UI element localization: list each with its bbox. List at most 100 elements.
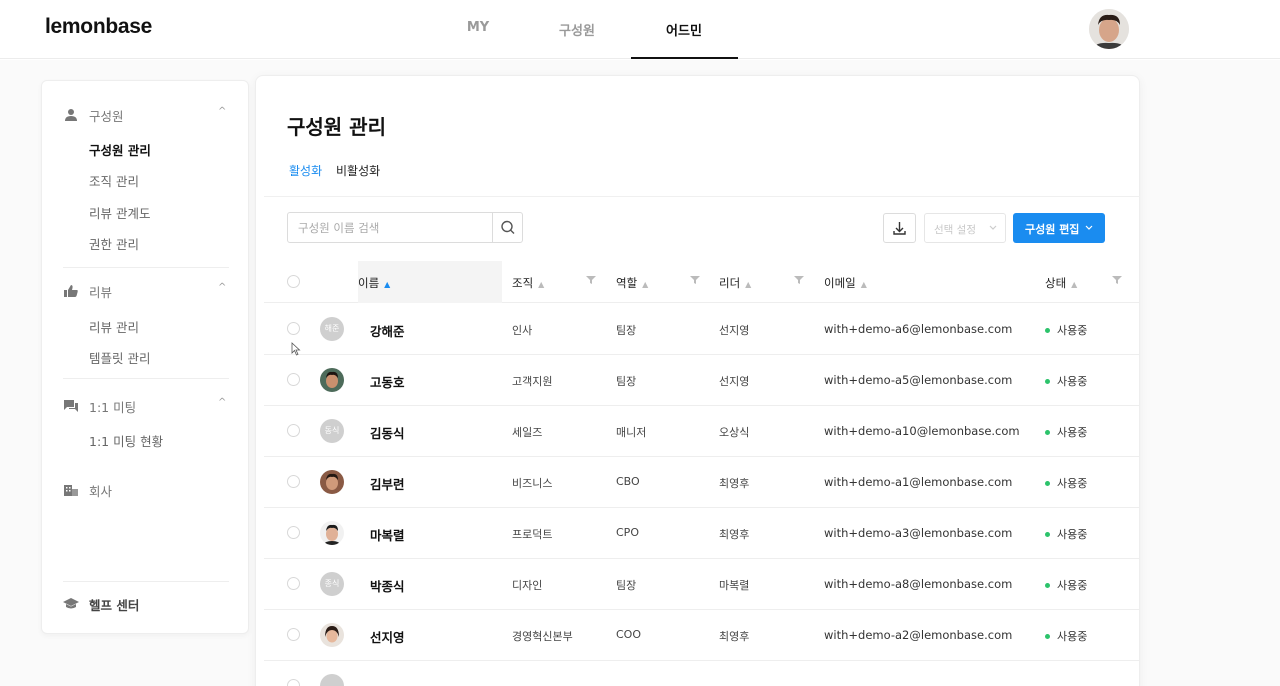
member-name[interactable]: 고동호	[370, 372, 405, 391]
member-name[interactable]: 김부련	[370, 474, 405, 493]
selection-settings-label: 선택 설정	[934, 224, 976, 236]
sidebar-item-review-management[interactable]: 리뷰 관리	[89, 317, 139, 336]
chevron-down-icon	[989, 225, 997, 230]
status-dot	[1045, 531, 1050, 537]
sort-icon: ▲	[642, 280, 649, 289]
sidebar-item-member-management[interactable]: 구성원 관리	[89, 140, 151, 159]
member-org: 경영혁신본부	[512, 630, 573, 643]
page-title: 구성원 관리	[287, 115, 386, 139]
sidebar-item-template-management[interactable]: 템플릿 관리	[89, 348, 150, 367]
search-button[interactable]	[492, 213, 522, 242]
sort-icon: ▲	[538, 280, 545, 289]
table-header: 이름 ▲ 조직 ▲ 역할 ▲ 리더 ▲ 이메일 ▲ 상태 ▲	[264, 261, 1140, 303]
row-checkbox[interactable]	[287, 424, 300, 437]
member-email: with+demo-a1@lemonbase.com	[824, 475, 1013, 489]
member-email: with+demo-a5@lemonbase.com	[824, 373, 1013, 387]
filter-icon[interactable]	[794, 275, 804, 285]
member-name[interactable]: 선지영	[370, 627, 405, 646]
sidebar-group-company[interactable]: 회사	[42, 480, 248, 500]
help-center-link[interactable]: 헬프 센터	[42, 594, 248, 614]
nav-tab-my[interactable]: MY	[462, 20, 494, 35]
column-header-org[interactable]: 조직 ▲	[512, 275, 544, 291]
filter-icon[interactable]	[690, 275, 700, 285]
filter-icon[interactable]	[586, 275, 596, 285]
sidebar-divider	[63, 267, 229, 268]
avatar	[320, 674, 344, 686]
sort-icon: ▲	[1071, 280, 1078, 289]
filter-icon[interactable]	[1112, 275, 1122, 285]
logo[interactable]: lemonbase	[45, 15, 152, 39]
edit-members-button[interactable]: 구성원 편집	[1013, 213, 1105, 243]
member-email: with+demo-a3@lemonbase.com	[824, 526, 1013, 540]
row-checkbox[interactable]	[287, 526, 300, 539]
sidebar-item-permissions[interactable]: 권한 관리	[89, 234, 139, 253]
row-checkbox[interactable]	[287, 475, 300, 488]
member-org: 프로덕트	[512, 528, 553, 541]
member-leader: 오상식	[719, 426, 750, 439]
chat-icon	[64, 400, 78, 412]
table-row[interactable]: 고동호 고객지원 팀장 선지영 with+demo-a5@lemonbase.c…	[264, 355, 1140, 406]
column-header-email[interactable]: 이메일 ▲	[824, 275, 867, 291]
row-checkbox[interactable]	[287, 577, 300, 590]
user-avatar-photo	[1089, 9, 1129, 49]
row-checkbox[interactable]	[287, 628, 300, 641]
avatar	[320, 470, 344, 494]
avatar-photo	[320, 623, 344, 647]
member-org: 비즈니스	[512, 477, 553, 490]
sidebar-group-one-on-one[interactable]: 1:1 미팅 ^	[42, 396, 248, 416]
sidebar-group-label: 리뷰	[89, 285, 113, 300]
sort-icon: ▲	[384, 280, 391, 289]
column-header-leader[interactable]: 리더 ▲	[719, 275, 751, 291]
tab-active[interactable]: 활성화	[289, 162, 322, 179]
column-header-role[interactable]: 역할 ▲	[616, 275, 648, 291]
row-checkbox[interactable]	[287, 373, 300, 386]
sidebar-item-meeting-status[interactable]: 1:1 미팅 현황	[89, 431, 163, 450]
search-input[interactable]	[288, 213, 492, 242]
sidebar-group-members[interactable]: 구성원 ^	[42, 105, 248, 125]
table-row[interactable]: 김부련 비즈니스 CBO 최영후 with+demo-a1@lemonbase.…	[264, 457, 1140, 508]
help-center-label: 헬프 센터	[89, 598, 140, 613]
member-name[interactable]: 김동식	[370, 423, 405, 442]
status-dot	[1045, 633, 1050, 639]
avatar	[320, 521, 344, 545]
select-all-checkbox[interactable]	[287, 275, 300, 288]
sidebar-group-review[interactable]: 리뷰 ^	[42, 281, 248, 301]
member-name[interactable]: 강해준	[370, 321, 405, 340]
avatar: 동식	[320, 419, 344, 443]
member-email: with+demo-a10@lemonbase.com	[824, 424, 1020, 438]
member-org: 인사	[512, 324, 533, 337]
row-checkbox[interactable]	[287, 679, 300, 686]
table-row[interactable]: 해준 강해준 인사 팀장 선지영 with+demo-a6@lemonbase.…	[264, 304, 1140, 355]
download-button[interactable]	[883, 213, 916, 243]
column-header-status[interactable]: 상태 ▲	[1045, 275, 1077, 291]
member-name[interactable]: 마복렬	[370, 525, 405, 544]
avatar-photo	[320, 470, 344, 494]
sidebar-item-org-management[interactable]: 조직 관리	[89, 171, 139, 190]
avatar: 종식	[320, 572, 344, 596]
column-header-name[interactable]: 이름 ▲	[358, 275, 390, 291]
member-role: 팀장	[616, 324, 637, 337]
sidebar-item-review-relations[interactable]: 리뷰 관계도	[89, 203, 150, 222]
sidebar-group-label: 1:1 미팅	[89, 400, 137, 415]
table-row[interactable]: 종식 박종식 디자인 팀장 마복렬 with+demo-a8@lemonbase…	[264, 559, 1140, 610]
nav-tab-admin[interactable]: 어드민	[663, 20, 705, 39]
main-panel: 구성원 관리 활성화 비활성화 선택 설정 구성원 편집	[255, 75, 1140, 686]
edit-members-label: 구성원 편집	[1025, 223, 1080, 236]
selection-settings-dropdown[interactable]: 선택 설정	[924, 213, 1006, 243]
table-row[interactable]: 동식 김동식 세일즈 매니저 오상식 with+demo-a10@lemonba…	[264, 406, 1140, 457]
sort-icon: ▲	[745, 280, 752, 289]
status-dot	[1045, 480, 1050, 486]
member-email: with+demo-a8@lemonbase.com	[824, 577, 1013, 591]
status-dot	[1045, 378, 1050, 384]
user-avatar[interactable]	[1089, 9, 1129, 49]
status-badge: 사용중	[1045, 373, 1087, 389]
tab-inactive[interactable]: 비활성화	[336, 162, 380, 179]
table-row[interactable]: 마복렬 프로덕트 CPO 최영후 with+demo-a3@lemonbase.…	[264, 508, 1140, 559]
row-checkbox[interactable]	[287, 322, 300, 335]
active-tab-indicator	[631, 57, 738, 59]
nav-tab-members[interactable]: 구성원	[556, 20, 598, 39]
member-org: 세일즈	[512, 426, 543, 439]
member-name[interactable]: 박종식	[370, 576, 405, 595]
table-row[interactable]: 선지영 경영혁신본부 COO 최영후 with+demo-a2@lemonbas…	[264, 610, 1140, 661]
status-badge: 사용중	[1045, 526, 1087, 542]
